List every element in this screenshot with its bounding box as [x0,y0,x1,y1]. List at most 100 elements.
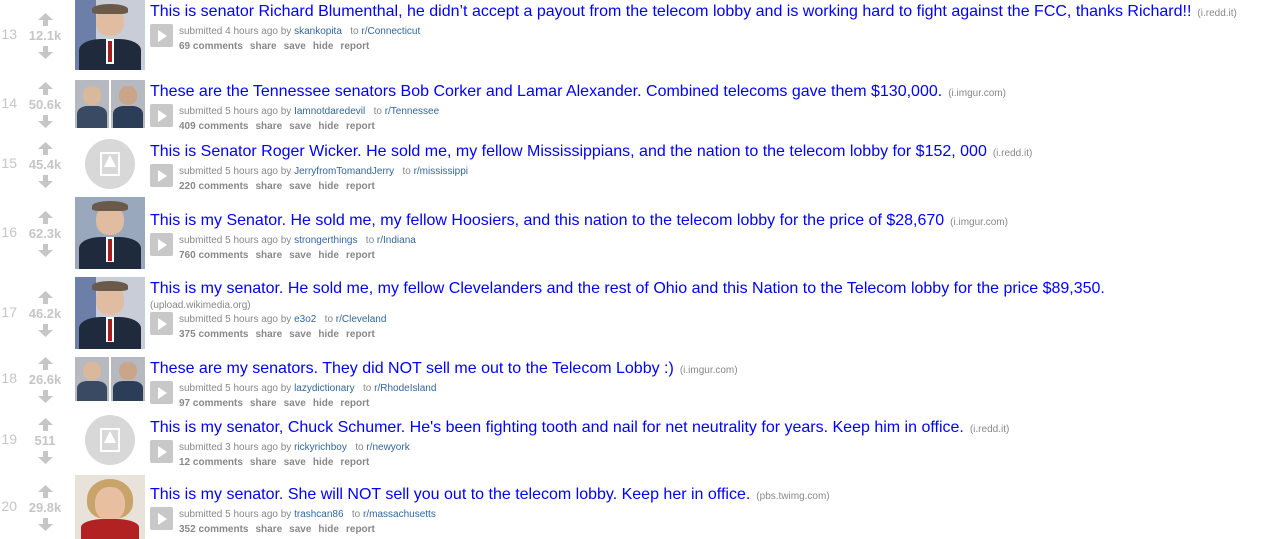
downvote-arrow-icon[interactable] [38,451,53,464]
share-button[interactable]: share [250,398,277,409]
subreddit-link[interactable]: r/Connecticut [361,26,420,37]
comments-link[interactable]: 69 comments [179,41,243,52]
downvote-arrow-icon[interactable] [38,175,53,188]
post-domain[interactable]: (i.redd.it) [993,148,1032,159]
post-domain[interactable]: (upload.wikimedia.org) [150,300,1277,311]
save-button[interactable]: save [289,250,311,261]
expand-media-button[interactable] [150,381,173,404]
post-thumbnail[interactable] [75,357,145,401]
upvote-arrow-icon[interactable] [38,357,53,370]
share-button[interactable]: share [250,41,277,52]
upvote-arrow-icon[interactable] [38,291,53,304]
post-domain[interactable]: (i.imgur.com) [680,365,738,376]
hide-button[interactable]: hide [318,524,339,535]
report-button[interactable]: report [340,457,369,468]
post-title-link[interactable]: This is my senator. He sold me, my fello… [150,280,1105,297]
subreddit-link[interactable]: r/massachusetts [363,509,436,520]
report-button[interactable]: report [346,250,375,261]
upvote-arrow-icon[interactable] [38,485,53,498]
post-title-link[interactable]: This is Senator Roger Wicker. He sold me… [150,143,987,160]
comments-link[interactable]: 352 comments [179,524,248,535]
expand-media-button[interactable] [150,24,173,47]
author-link[interactable]: Iamnotdaredevil [294,106,365,117]
author-link[interactable]: skankopita [294,26,342,37]
comments-link[interactable]: 409 comments [179,121,248,132]
save-button[interactable]: save [284,398,306,409]
expand-media-button[interactable] [150,233,173,256]
save-button[interactable]: save [284,457,306,468]
save-button[interactable]: save [289,121,311,132]
upvote-arrow-icon[interactable] [38,211,53,224]
post-thumbnail[interactable] [75,0,145,70]
save-button[interactable]: save [289,524,311,535]
comments-link[interactable]: 97 comments [179,398,243,409]
subreddit-link[interactable]: r/Cleveland [336,314,387,325]
hide-button[interactable]: hide [313,398,334,409]
save-button[interactable]: save [284,41,306,52]
expand-media-button[interactable] [150,440,173,463]
comments-link[interactable]: 12 comments [179,457,243,468]
subreddit-link[interactable]: r/RhodeIsland [374,383,436,394]
upvote-arrow-icon[interactable] [38,418,53,431]
hide-button[interactable]: hide [318,250,339,261]
upvote-arrow-icon[interactable] [38,13,53,26]
hide-button[interactable]: hide [313,457,334,468]
share-button[interactable]: share [250,457,277,468]
downvote-arrow-icon[interactable] [38,115,53,128]
subreddit-link[interactable]: r/newyork [366,442,409,453]
share-button[interactable]: share [255,524,282,535]
author-link[interactable]: lazydictionary [294,383,355,394]
downvote-arrow-icon[interactable] [38,244,53,257]
post-domain[interactable]: (i.imgur.com) [948,88,1006,99]
hide-button[interactable]: hide [318,121,339,132]
author-link[interactable]: rickyrichboy [294,442,347,453]
report-button[interactable]: report [346,329,375,340]
comments-link[interactable]: 760 comments [179,250,248,261]
report-button[interactable]: report [346,181,375,192]
comments-link[interactable]: 375 comments [179,329,248,340]
share-button[interactable]: share [255,181,282,192]
expand-media-button[interactable] [150,507,173,530]
upvote-arrow-icon[interactable] [38,142,53,155]
author-link[interactable]: strongerthings [294,235,357,246]
post-thumbnail[interactable] [75,197,145,269]
subreddit-link[interactable]: r/Tennessee [385,106,439,117]
expand-media-button[interactable] [150,104,173,127]
post-thumbnail[interactable] [75,138,145,190]
downvote-arrow-icon[interactable] [38,390,53,403]
comments-link[interactable]: 220 comments [179,181,248,192]
post-domain[interactable]: (i.imgur.com) [950,217,1008,228]
post-thumbnail[interactable] [75,80,145,128]
save-button[interactable]: save [289,329,311,340]
post-thumbnail[interactable] [75,475,145,539]
post-domain[interactable]: (i.redd.it) [1197,8,1236,19]
report-button[interactable]: report [340,398,369,409]
hide-button[interactable]: hide [313,41,334,52]
post-title-link[interactable]: This is my Senator. He sold me, my fello… [150,212,944,229]
report-button[interactable]: report [346,524,375,535]
post-title-link[interactable]: These are my senators. They did NOT sell… [150,360,674,377]
post-thumbnail[interactable] [75,415,145,465]
upvote-arrow-icon[interactable] [38,82,53,95]
post-thumbnail[interactable] [75,277,145,349]
post-domain[interactable]: (pbs.twimg.com) [756,491,829,502]
post-title-link[interactable]: This is my senator, Chuck Schumer. He's … [150,419,964,436]
expand-media-button[interactable] [150,312,173,335]
report-button[interactable]: report [340,41,369,52]
post-domain[interactable]: (i.redd.it) [970,424,1009,435]
author-link[interactable]: e3o2 [294,314,316,325]
share-button[interactable]: share [255,250,282,261]
post-title-link[interactable]: These are the Tennessee senators Bob Cor… [150,83,942,100]
downvote-arrow-icon[interactable] [38,46,53,59]
share-button[interactable]: share [255,329,282,340]
share-button[interactable]: share [255,121,282,132]
subreddit-link[interactable]: r/Indiana [377,235,416,246]
hide-button[interactable]: hide [318,181,339,192]
hide-button[interactable]: hide [318,329,339,340]
subreddit-link[interactable]: r/mississippi [414,166,468,177]
downvote-arrow-icon[interactable] [38,324,53,337]
report-button[interactable]: report [346,121,375,132]
downvote-arrow-icon[interactable] [38,518,53,531]
post-title-link[interactable]: This is senator Richard Blumenthal, he d… [150,3,1191,20]
post-title-link[interactable]: This is my senator. She will NOT sell yo… [150,486,750,503]
